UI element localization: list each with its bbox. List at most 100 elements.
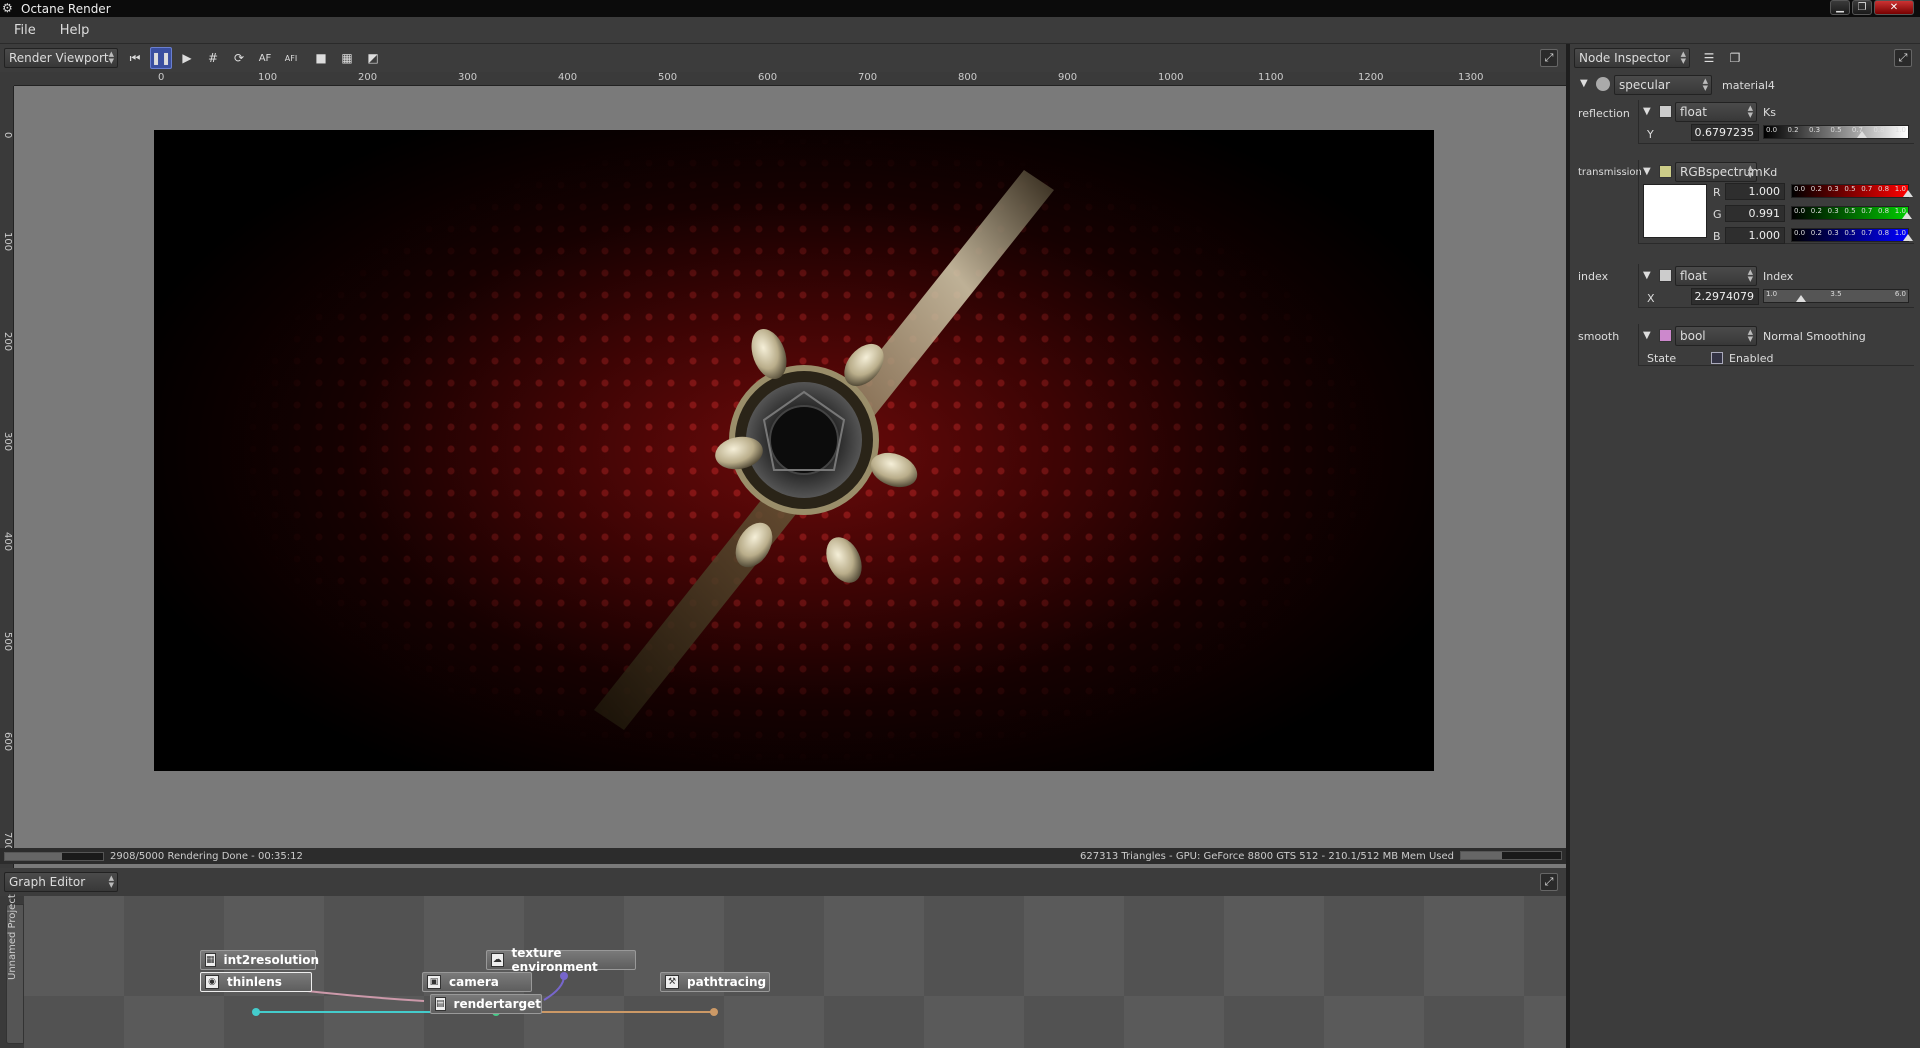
- combo-arrows-icon: ▲ ▼: [1747, 268, 1753, 283]
- slider-ticks: 0.0 0.2 0.3 0.5 0.7 0.8 1.0: [1792, 229, 1908, 237]
- collapse-triangle-icon[interactable]: ▼: [1580, 78, 1588, 89]
- b-slider[interactable]: 0.0 0.2 0.3 0.5 0.7 0.8 1.0: [1791, 228, 1913, 242]
- material-icon: [1596, 77, 1610, 91]
- viewport-panel-title: Render Viewport: [9, 51, 109, 65]
- index-type-selector[interactable]: float ▲ ▼: [1675, 266, 1757, 286]
- node-camera[interactable]: ▣ camera: [422, 972, 532, 992]
- menu-help[interactable]: Help: [46, 23, 100, 38]
- render-viewport-panel: Render Viewport ▲ ▼ ⏮ ❚❚ ▶ # ⟳ AF AFI ■ ▦…: [0, 44, 1566, 894]
- slider-thumb[interactable]: [1903, 190, 1913, 197]
- collapse-triangle-icon[interactable]: ▼: [1643, 330, 1651, 341]
- inspector-maximize-button[interactable]: ⤢: [1894, 49, 1912, 67]
- smooth-type-selector[interactable]: bool ▲ ▼: [1675, 326, 1757, 346]
- horizontal-ruler: 0 100 200 300 400 500 600 700 800 900 10…: [14, 72, 1566, 86]
- node-label: pathtracing: [687, 975, 767, 989]
- combo-arrows-icon: ▲ ▼: [1747, 104, 1753, 119]
- r-value-input[interactable]: 1.000: [1725, 183, 1785, 200]
- node-thinlens[interactable]: ◉ thinlens: [200, 972, 312, 992]
- tick: 0.5: [1844, 185, 1856, 193]
- environment-node-icon: ☁: [491, 953, 504, 967]
- close-button[interactable]: ✕: [1874, 0, 1914, 15]
- viewport-panel-selector[interactable]: Render Viewport ▲ ▼: [4, 48, 118, 68]
- camera-node-icon: ◉: [205, 975, 219, 989]
- normal-smoothing-checkbox[interactable]: [1711, 352, 1723, 364]
- slider-thumb[interactable]: [1903, 234, 1913, 241]
- checker-icon: ▦: [341, 51, 353, 65]
- node-int2resolution[interactable]: ▦ int2resolution: [200, 950, 319, 970]
- alpha-checker-button[interactable]: ▦: [336, 47, 358, 69]
- b-value-input[interactable]: 1.000: [1725, 227, 1785, 244]
- menu-bar: File Help: [0, 17, 1920, 44]
- g-slider[interactable]: 0.0 0.2 0.3 0.5 0.7 0.8 1.0: [1791, 206, 1912, 220]
- copy-node-button[interactable]: ❐: [1724, 47, 1746, 69]
- index-value-input[interactable]: 2.2974079: [1691, 288, 1759, 305]
- inspector-panel-selector[interactable]: Node Inspector ▲ ▼: [1574, 48, 1690, 68]
- reflection-type-selector[interactable]: float ▲ ▼: [1675, 102, 1757, 122]
- autofocus-button[interactable]: AF: [254, 47, 276, 69]
- rendertarget-node-icon: ▤: [435, 997, 446, 1011]
- vertical-ruler: 0 100 200 300 400 500 600 700: [0, 86, 14, 894]
- render-status-text: 2908/5000 Rendering Done - 00:35:12: [110, 850, 303, 862]
- square-icon: ■: [315, 51, 327, 65]
- node-rendertarget[interactable]: ▤ rendertarget: [430, 994, 542, 1014]
- restart-render-button[interactable]: ⏮: [124, 47, 146, 69]
- material-type-selector[interactable]: specular ▲ ▼: [1614, 75, 1712, 95]
- collapse-triangle-icon[interactable]: ▼: [1643, 166, 1651, 177]
- node-pathtracing[interactable]: ⚒ pathtracing: [660, 972, 770, 992]
- node-inspector-panel: Node Inspector ▲ ▼ ☰ ❐ ⤢ ▼ specular ▲ ▼ ma…: [1570, 44, 1920, 1048]
- start-render-button[interactable]: ▶: [176, 47, 198, 69]
- smooth-type: bool: [1680, 329, 1706, 343]
- autofocus-picker-button[interactable]: AFI: [280, 47, 302, 69]
- refresh-icon: ⟳: [233, 51, 245, 65]
- material-name: material4: [1722, 79, 1775, 92]
- reflection-slider[interactable]: 0.0 0.2 0.3 0.5 0.7 0.8 1.0: [1763, 125, 1909, 139]
- collapse-triangle-icon[interactable]: ▼: [1643, 106, 1651, 117]
- menu-file[interactable]: File: [0, 23, 46, 38]
- smooth-label: smooth: [1578, 330, 1620, 343]
- graph-panel-selector[interactable]: Graph Editor ▲ ▼: [4, 872, 118, 892]
- ruler-tick: 0: [2, 132, 13, 139]
- graph-maximize-button[interactable]: ⤢: [1540, 873, 1558, 891]
- slider-thumb[interactable]: [1902, 212, 1912, 219]
- inspector-toolbar: Node Inspector ▲ ▼ ☰ ❐: [1570, 44, 1920, 72]
- ruler-tick: 1100: [1258, 72, 1284, 83]
- minimize-button[interactable]: ▁: [1830, 0, 1850, 15]
- node-label: int2resolution: [223, 953, 319, 967]
- pause-render-button[interactable]: ❚❚: [150, 47, 172, 69]
- compare-button[interactable]: ◩: [362, 47, 384, 69]
- reflection-type: float: [1680, 105, 1707, 119]
- grid-icon: #: [207, 51, 219, 65]
- collapse-all-button[interactable]: ☰: [1698, 47, 1720, 69]
- slider-thumb[interactable]: [1796, 295, 1807, 302]
- render-canvas[interactable]: [14, 86, 1566, 894]
- viewport-maximize-button[interactable]: ⤢: [1540, 49, 1558, 67]
- reflection-value-input[interactable]: 0.6797235: [1691, 124, 1759, 141]
- smooth-group: ▼ bool ▲ ▼ Normal Smoothing State Enabled: [1638, 324, 1914, 366]
- node-texture-environment[interactable]: ☁ texture environment: [486, 946, 636, 974]
- region-render-button[interactable]: #: [202, 47, 224, 69]
- r-slider[interactable]: 0.0 0.2 0.3 0.5 0.7 0.8 1.0: [1791, 184, 1913, 198]
- combo-arrows-icon: ▲ ▼: [108, 50, 114, 65]
- color-swatch[interactable]: [1643, 184, 1707, 238]
- tick: 0.8: [1877, 185, 1890, 193]
- g-value-input[interactable]: 0.991: [1725, 205, 1785, 222]
- rgb-node-icon: [1659, 165, 1672, 178]
- transmission-type-selector[interactable]: RGBspectrum ▲ ▼: [1675, 162, 1763, 182]
- project-tab[interactable]: Unnamed Project: [6, 894, 24, 1044]
- tick: 0.2: [1810, 207, 1822, 215]
- state-label: State: [1647, 352, 1677, 365]
- slider-thumb[interactable]: [1856, 131, 1867, 138]
- slider-ticks: 1.0 3.5 6.0: [1764, 290, 1908, 298]
- ruler-tick: 900: [1058, 72, 1078, 83]
- display-mode-button[interactable]: ■: [310, 47, 332, 69]
- enabled-label: Enabled: [1729, 352, 1774, 365]
- recenter-view-button[interactable]: ⟳: [228, 47, 250, 69]
- collapse-triangle-icon[interactable]: ▼: [1643, 270, 1651, 281]
- index-slider[interactable]: 1.0 3.5 6.0: [1763, 289, 1909, 303]
- tick: 0.5: [1844, 229, 1856, 237]
- combo-arrows-icon: ▲ ▼: [1680, 50, 1686, 65]
- restore-button[interactable]: ❐: [1852, 0, 1872, 15]
- ruler-tick: 200: [2, 332, 13, 352]
- node-graph-canvas[interactable]: ▦ int2resolution ◉ thinlens ☁ texture en…: [24, 896, 1566, 1048]
- rendered-image[interactable]: [154, 130, 1434, 771]
